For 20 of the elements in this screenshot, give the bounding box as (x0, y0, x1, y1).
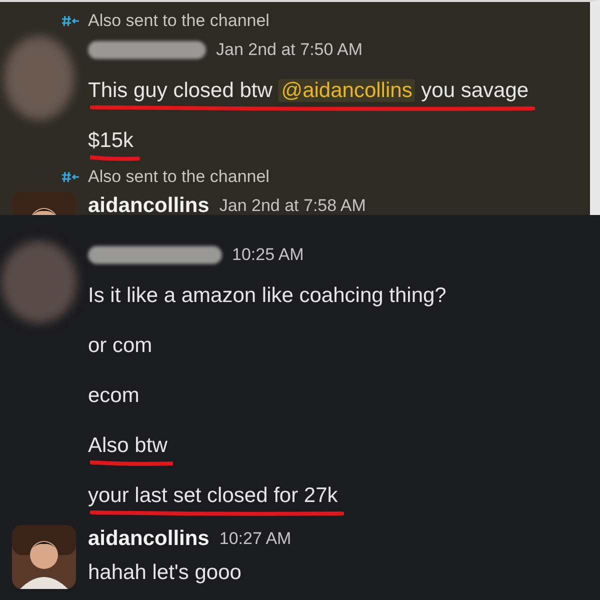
timestamp[interactable]: Jan 2nd at 7:58 AM (219, 196, 366, 215)
sender-name[interactable]: aidancollins (88, 527, 210, 551)
mention-link[interactable]: @aidancollins (278, 79, 416, 102)
message-text: your last set closed for 27k (88, 484, 338, 507)
timestamp[interactable]: 10:25 AM (232, 245, 304, 265)
message-text: This guy closed btw @aidancollins you savage (88, 79, 529, 102)
message-text: $15k (88, 129, 134, 152)
hash-arrow-icon (62, 15, 80, 27)
sender-name[interactable]: aidancollins (88, 194, 210, 215)
timestamp[interactable]: 10:27 AM (219, 529, 292, 549)
also-sent-label: Also sent to the channel (88, 11, 270, 31)
message-text: Is it like a amazon like coahcing thing? (88, 284, 446, 307)
message-text: ecom (88, 384, 140, 407)
message-text: Also btw (88, 434, 168, 457)
hash-arrow-icon (62, 171, 80, 183)
also-sent-label: Also sent to the channel (88, 167, 270, 187)
message-text: or com (88, 334, 152, 357)
message-text: hahah let's gooo (88, 561, 242, 584)
timestamp[interactable]: Jan 2nd at 7:50 AM (216, 40, 362, 60)
avatar (12, 525, 76, 589)
